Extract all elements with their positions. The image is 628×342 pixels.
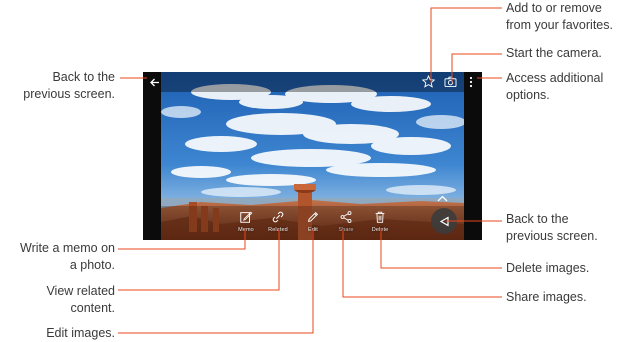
callout-text: content. [70,300,115,315]
callout-text: from your favorites. [506,17,613,32]
callout-text: Add to or remove [506,1,602,15]
callout-text: a photo. [69,257,115,272]
callout-text: Edit images. [46,326,115,340]
callout-text: Write a memo on [20,241,115,255]
callout-camera: Start the camera. [506,45,602,62]
callout-related: View related content. [46,283,115,316]
callout-nav-back: Back to the previous screen. [506,211,598,244]
callout-share: Share images. [506,289,587,306]
callout-text: Share images. [506,290,587,304]
callout-delete: Delete images. [506,260,589,277]
callout-text: previous screen. [506,228,598,243]
callout-memo: Write a memo on a photo. [20,240,115,273]
manual-figure: Memo Related Edit Share Delete Back to t… [0,0,628,342]
callout-text: options. [506,87,550,102]
callout-back-top: Back to the previous screen. [23,69,115,102]
callout-text: View related [46,284,115,298]
callout-text: Back to the [506,212,569,226]
callout-text: Start the camera. [506,46,602,60]
callout-edit: Edit images. [46,325,115,342]
callout-text: Back to the [52,70,115,84]
callout-text: Delete images. [506,261,590,275]
callout-text: previous screen. [23,86,115,101]
callout-favorites: Add to or remove from your favorites. [506,0,613,33]
callout-more-options: Access additional options. [506,70,603,103]
callout-text: Access additional [506,71,604,85]
